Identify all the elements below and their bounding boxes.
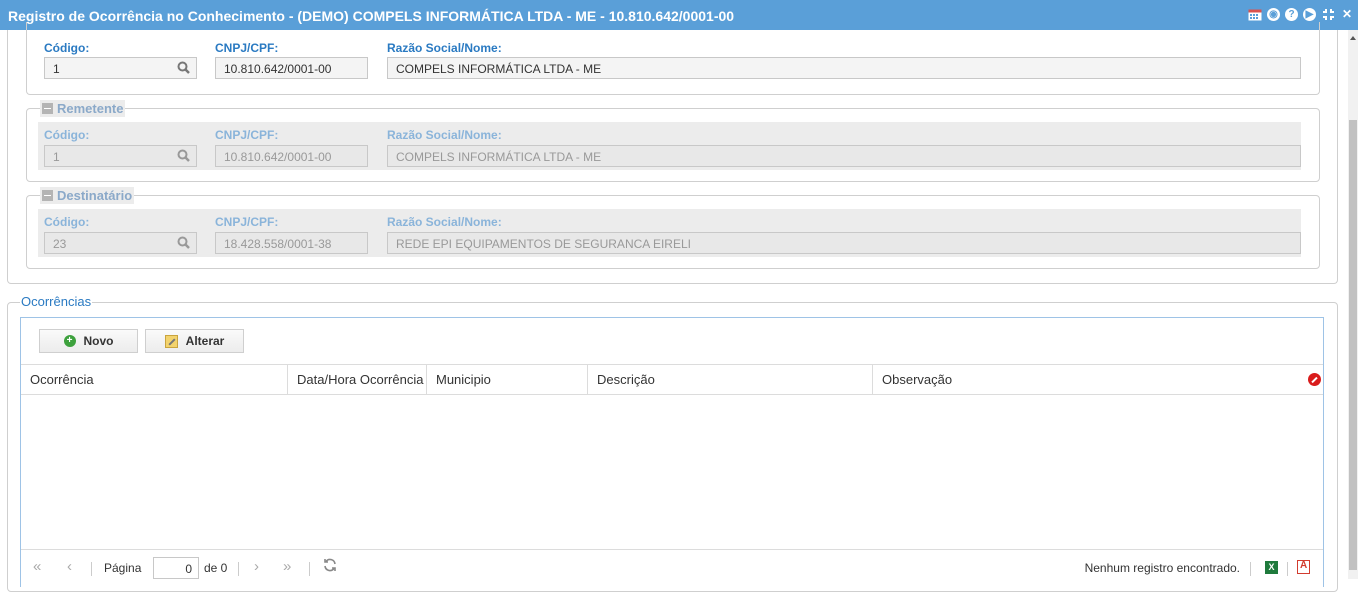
destinatario-legend-label: Destinatário bbox=[57, 188, 133, 203]
clear-filter-icon[interactable] bbox=[1308, 373, 1321, 386]
titlebar-icons: ◉ ? ▶ ✕ bbox=[1248, 7, 1354, 21]
novo-button-label: Novo bbox=[83, 334, 114, 348]
destinatario-razao-label: Razão Social/Nome: bbox=[387, 215, 502, 229]
destinatario-cnpj-value: 18.428.558/0001-38 bbox=[224, 237, 332, 251]
pager-separator bbox=[1250, 562, 1251, 576]
tomador-codigo-field[interactable]: 1 bbox=[44, 57, 197, 79]
destinatario-cnpj-field: 18.428.558/0001-38 bbox=[215, 232, 368, 254]
pager-separator bbox=[1287, 562, 1288, 576]
tomador-cnpj-value: 10.810.642/0001-00 bbox=[224, 62, 332, 76]
pager-separator bbox=[309, 562, 310, 576]
collapse-icon[interactable] bbox=[42, 103, 53, 114]
destinatario-cnpj-label: CNPJ/CPF: bbox=[215, 215, 279, 229]
tomador-cnpj-label: CNPJ/CPF: bbox=[215, 41, 279, 55]
scrollbar-thumb[interactable] bbox=[1349, 120, 1357, 570]
excel-export-icon[interactable]: X bbox=[1265, 561, 1278, 574]
remetente-razao-label: Razão Social/Nome: bbox=[387, 128, 502, 142]
column-header-observacao[interactable]: Observação bbox=[873, 365, 1303, 394]
edit-icon bbox=[164, 334, 178, 348]
tomador-codigo-label: Código: bbox=[44, 41, 90, 55]
tomador-codigo-value: 1 bbox=[53, 62, 60, 76]
page-label: Página bbox=[104, 561, 142, 575]
search-icon bbox=[177, 149, 190, 162]
calendar-icon[interactable] bbox=[1248, 7, 1262, 21]
novo-button[interactable]: + Novo bbox=[39, 329, 138, 353]
remetente-codigo-field: 1 bbox=[44, 145, 197, 167]
play-icon[interactable]: ▶ bbox=[1303, 7, 1316, 21]
tomador-razao-value: COMPELS INFORMÁTICA LTDA - ME bbox=[396, 62, 602, 76]
column-header-ocorrencia[interactable]: Ocorrência bbox=[21, 365, 288, 394]
search-icon bbox=[177, 236, 190, 249]
add-icon: + bbox=[63, 335, 76, 347]
prev-page-icon[interactable]: ‹ bbox=[67, 558, 72, 575]
column-header-descricao[interactable]: Descrição bbox=[588, 365, 873, 394]
pager-status: Nenhum registro encontrado. bbox=[1084, 561, 1240, 575]
remetente-legend-label: Remetente bbox=[57, 101, 124, 116]
tomador-cnpj-field[interactable]: 10.810.642/0001-00 bbox=[215, 57, 368, 79]
grid-header: Ocorrência Data/Hora Ocorrência Municipi… bbox=[21, 364, 1323, 395]
grid-toolbar: + Novo Alterar bbox=[21, 318, 1323, 364]
vertical-scrollbar[interactable] bbox=[1348, 30, 1358, 579]
ocorrencias-grid: + Novo Alterar Ocorrência Data/Hora Ocor… bbox=[20, 317, 1324, 589]
search-icon[interactable] bbox=[177, 61, 190, 74]
destinatario-codigo-label: Código: bbox=[44, 215, 90, 229]
remetente-razao-value: COMPELS INFORMÁTICA LTDA - ME bbox=[396, 150, 602, 164]
pager-separator bbox=[91, 562, 92, 576]
pager-separator bbox=[238, 562, 239, 576]
destinatario-codigo-field: 23 bbox=[44, 232, 197, 254]
next-page-icon[interactable]: › bbox=[254, 558, 259, 575]
refresh-icon[interactable] bbox=[323, 558, 337, 575]
page-count-label: de 0 bbox=[204, 561, 228, 575]
tomador-razao-label: Razão Social/Nome: bbox=[387, 41, 502, 55]
help-icon[interactable]: ? bbox=[1285, 7, 1298, 21]
grid-body bbox=[21, 395, 1323, 549]
remetente-codigo-value: 1 bbox=[53, 150, 60, 164]
shrink-icon[interactable] bbox=[1321, 7, 1335, 21]
remetente-razao-field: COMPELS INFORMÁTICA LTDA - ME bbox=[387, 145, 1301, 167]
destinatario-legend[interactable]: Destinatário bbox=[40, 187, 135, 204]
scroll-up-icon[interactable] bbox=[1350, 36, 1356, 40]
close-icon[interactable]: ✕ bbox=[1340, 7, 1354, 21]
page-number-value: 0 bbox=[185, 562, 192, 576]
remetente-codigo-label: Código: bbox=[44, 128, 90, 142]
ocorrencias-legend: Ocorrências bbox=[20, 294, 93, 309]
last-page-icon[interactable]: » bbox=[283, 558, 291, 575]
column-header-data-hora[interactable]: Data/Hora Ocorrência bbox=[288, 365, 427, 394]
alterar-button[interactable]: Alterar bbox=[145, 329, 244, 353]
destinatario-razao-field: REDE EPI EQUIPAMENTOS DE SEGURANCA EIREL… bbox=[387, 232, 1301, 254]
remetente-legend[interactable]: Remetente bbox=[40, 100, 126, 117]
destinatario-razao-value: REDE EPI EQUIPAMENTOS DE SEGURANCA EIREL… bbox=[396, 237, 691, 251]
alterar-button-label: Alterar bbox=[185, 334, 225, 348]
destinatario-codigo-value: 23 bbox=[53, 237, 67, 251]
collapse-icon[interactable] bbox=[42, 190, 53, 201]
grid-pager: « ‹ Página 0 de 0 › » Nenhum registro en… bbox=[21, 549, 1323, 589]
chat-icon[interactable]: ◉ bbox=[1267, 7, 1280, 21]
page-number-input[interactable]: 0 bbox=[153, 557, 199, 579]
column-header-municipio[interactable]: Municipio bbox=[427, 365, 588, 394]
tomador-razao-field[interactable]: COMPELS INFORMÁTICA LTDA - ME bbox=[387, 57, 1301, 79]
remetente-cnpj-value: 10.810.642/0001-00 bbox=[224, 150, 332, 164]
remetente-cnpj-field: 10.810.642/0001-00 bbox=[215, 145, 368, 167]
pdf-export-icon[interactable] bbox=[1297, 560, 1310, 574]
remetente-cnpj-label: CNPJ/CPF: bbox=[215, 128, 279, 142]
first-page-icon[interactable]: « bbox=[33, 558, 41, 575]
